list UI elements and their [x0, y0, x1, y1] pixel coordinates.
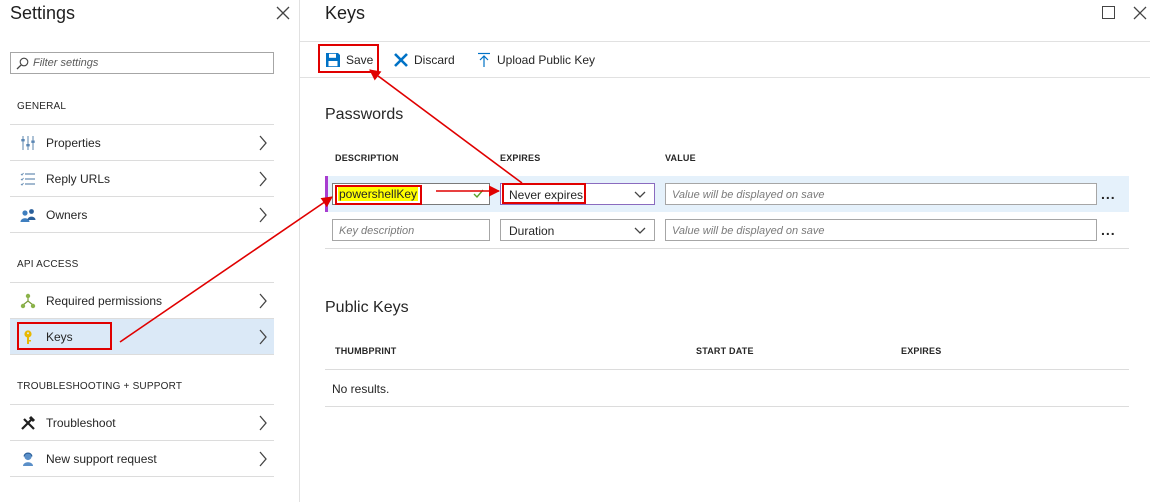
chevron-down-icon — [634, 227, 646, 234]
sidebar-item-reply-urls[interactable]: Reply URLs — [10, 160, 274, 196]
chevron-right-icon — [259, 329, 267, 345]
save-icon — [326, 53, 340, 67]
list-icon — [20, 172, 35, 186]
table-row[interactable]: powershellKey Never expires ... — [325, 176, 1129, 212]
close-icon[interactable] — [1132, 5, 1148, 21]
empty-state-text: No results. — [332, 382, 390, 396]
table-bottom-divider — [325, 406, 1129, 407]
save-button[interactable]: Save — [318, 42, 378, 78]
row-divider — [325, 248, 1129, 249]
sidebar-item-label: Reply URLs — [46, 172, 111, 186]
value-field[interactable] — [665, 219, 1097, 241]
chevron-right-icon — [259, 171, 267, 187]
chevron-right-icon — [259, 451, 267, 467]
sidebar-item-label: Troubleshoot — [46, 416, 116, 430]
table-row[interactable]: Duration ... — [325, 212, 1129, 248]
sidebar-item-troubleshoot[interactable]: Troubleshoot — [10, 404, 274, 440]
description-field[interactable]: powershellKey — [332, 183, 490, 205]
upload-icon — [478, 52, 490, 67]
key-description-input[interactable] — [333, 220, 489, 240]
settings-pane: Settings GENERAL Properties Reply URLs — [0, 0, 300, 502]
maximize-icon[interactable] — [1102, 6, 1115, 19]
value-input[interactable] — [666, 220, 1096, 240]
section-api-access: API ACCESS — [17, 259, 79, 270]
search-icon — [16, 57, 29, 70]
users-icon — [20, 209, 36, 222]
header-divider — [325, 369, 1129, 370]
value-field[interactable] — [665, 183, 1097, 205]
save-label: Save — [346, 53, 374, 67]
more-options-button[interactable]: ... — [1101, 186, 1116, 202]
sidebar-item-label: Properties — [46, 136, 101, 150]
upload-public-key-button[interactable]: Upload Public Key — [472, 42, 608, 78]
expires-value: Duration — [509, 224, 555, 238]
description-field[interactable] — [332, 219, 490, 241]
page-title: Keys — [325, 3, 366, 23]
sidebar-item-required-permissions[interactable]: Required permissions — [10, 282, 274, 318]
chevron-right-icon — [259, 293, 267, 309]
close-icon[interactable] — [274, 4, 292, 22]
support-icon — [23, 452, 33, 466]
chevron-right-icon — [259, 415, 267, 431]
sidebar-item-label: Required permissions — [46, 294, 163, 308]
chevron-right-icon — [259, 135, 267, 151]
sidebar-item-label: Owners — [46, 208, 88, 222]
value-input[interactable] — [666, 184, 1096, 204]
column-header-thumbprint: THUMBPRINT — [335, 346, 397, 356]
section-divider — [10, 232, 274, 233]
settings-title: Settings — [10, 3, 76, 23]
section-troubleshooting: TROUBLESHOOTING + SUPPORT — [17, 381, 183, 392]
filter-settings-input[interactable] — [33, 53, 271, 73]
discard-label: Discard — [414, 53, 455, 67]
column-header-start-date: START DATE — [696, 346, 754, 356]
column-header-expires: EXPIRES — [500, 153, 541, 163]
column-header-description: DESCRIPTION — [335, 153, 399, 163]
sidebar-item-keys[interactable]: Keys — [10, 318, 274, 355]
sidebar-item-label: Keys — [46, 330, 73, 344]
properties-icon — [21, 136, 35, 150]
keys-blade: Keys Save Discard Upload Public Key Pass… — [300, 0, 1150, 502]
checkmark-icon — [473, 189, 484, 199]
column-header-value: VALUE — [665, 153, 696, 163]
discard-button[interactable]: Discard — [388, 42, 460, 78]
sidebar-item-properties[interactable]: Properties — [10, 124, 274, 160]
expires-select[interactable]: Duration — [500, 219, 655, 241]
command-bar: Save Discard Upload Public Key — [300, 41, 1150, 78]
more-options-button[interactable]: ... — [1101, 222, 1116, 238]
permissions-icon — [20, 293, 36, 309]
column-header-expires: EXPIRES — [901, 346, 942, 356]
expires-value: Never expires — [509, 188, 584, 202]
description-value: powershellKey — [338, 187, 419, 201]
filter-settings-field[interactable] — [10, 52, 274, 74]
tools-icon — [21, 415, 36, 430]
passwords-heading: Passwords — [325, 106, 404, 123]
chevron-down-icon — [634, 191, 646, 198]
sidebar-item-label: New support request — [46, 452, 157, 466]
sidebar-item-new-support-request[interactable]: New support request — [10, 440, 274, 477]
public-keys-heading: Public Keys — [325, 299, 409, 316]
upload-public-key-label: Upload Public Key — [497, 53, 596, 67]
chevron-right-icon — [259, 207, 267, 223]
sidebar-item-owners[interactable]: Owners — [10, 196, 274, 232]
discard-icon — [394, 53, 408, 67]
section-general: GENERAL — [17, 101, 67, 112]
key-icon — [24, 330, 32, 344]
expires-select[interactable]: Never expires — [500, 183, 655, 205]
